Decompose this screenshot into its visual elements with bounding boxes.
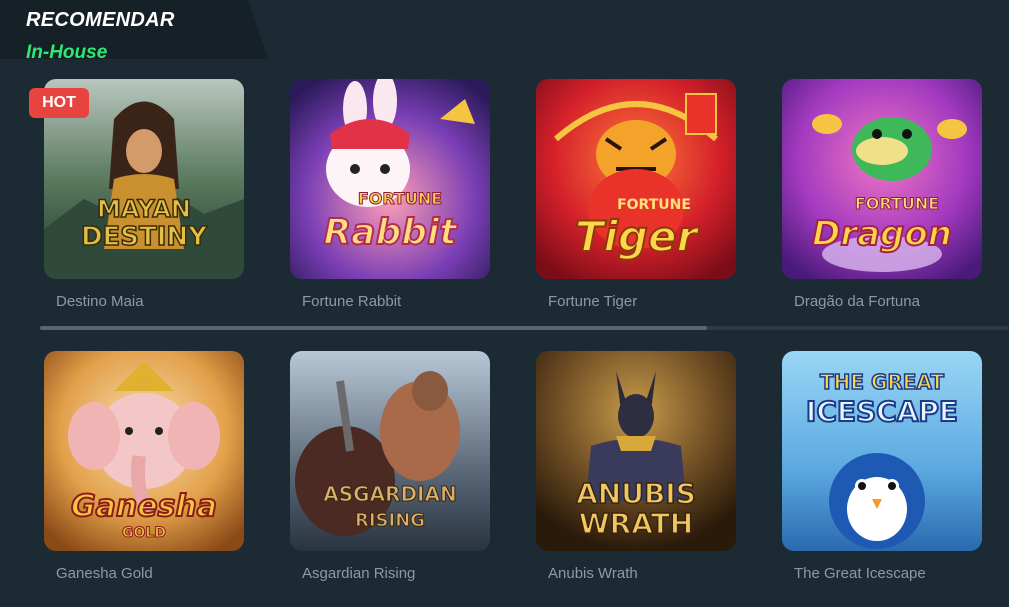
svg-text:FORTUNE: FORTUNE [855,194,939,213]
svg-text:Tiger: Tiger [575,212,700,261]
game-thumbnail: FORTUNE Rabbit [290,79,490,279]
svg-text:FORTUNE: FORTUNE [358,189,442,208]
game-thumbnail: THE GREAT ICESCAPE [782,351,982,551]
game-card-fortune-rabbit[interactable]: FORTUNE Rabbit [290,79,490,279]
game-card-asgardian-rising[interactable]: ASGARDIAN RISING [290,351,490,551]
game-name[interactable]: Dragão da Fortuna [794,293,920,310]
game-name[interactable]: Fortune Tiger [548,293,637,310]
svg-text:DESTINY: DESTINY [81,222,208,252]
section-subtitle[interactable]: In-House [26,42,107,64]
game-thumbnail: ASGARDIAN RISING [290,351,490,551]
game-thumbnail: FORTUNE Tiger [536,79,736,279]
svg-text:GOLD: GOLD [122,525,166,541]
horizontal-scrollbar-thumb[interactable] [40,326,707,330]
svg-text:MAYAN: MAYAN [97,195,191,223]
svg-text:Rabbit: Rabbit [323,212,458,253]
game-name[interactable]: Asgardian Rising [302,565,415,582]
game-name[interactable]: Anubis Wrath [548,565,638,582]
svg-text:ASGARDIAN: ASGARDIAN [323,482,456,506]
game-card-fortune-tiger[interactable]: FORTUNE Tiger [536,79,736,279]
game-card-anubis-wrath[interactable]: ANUBIS WRATH [536,351,736,551]
game-card-fortune-dragon[interactable]: FORTUNE Dragon [782,79,982,279]
svg-text:FORTUNE: FORTUNE [617,197,691,213]
svg-text:ANUBIS: ANUBIS [576,477,696,510]
game-name[interactable]: Ganesha Gold [56,565,153,582]
game-thumbnail: ANUBIS WRATH [536,351,736,551]
svg-text:Dragon: Dragon [812,214,952,254]
game-card-the-great-icescape[interactable]: THE GREAT ICESCAPE [782,351,982,551]
game-thumbnail: FORTUNE Dragon [782,79,982,279]
svg-text:Ganesha: Ganesha [71,489,217,524]
svg-text:WRATH: WRATH [579,507,693,540]
game-thumbnail: Ganesha GOLD [44,351,244,551]
game-name[interactable]: Destino Maia [56,293,144,310]
game-name[interactable]: Fortune Rabbit [302,293,401,310]
svg-text:ICESCAPE: ICESCAPE [806,395,958,428]
game-name[interactable]: The Great Icescape [794,565,926,582]
game-card-ganesha-gold[interactable]: Ganesha GOLD [44,351,244,551]
hot-badge: HOT [29,88,89,118]
section-title: RECOMENDAR [26,9,175,31]
svg-text:THE GREAT: THE GREAT [820,370,944,394]
svg-text:RISING: RISING [355,510,425,531]
